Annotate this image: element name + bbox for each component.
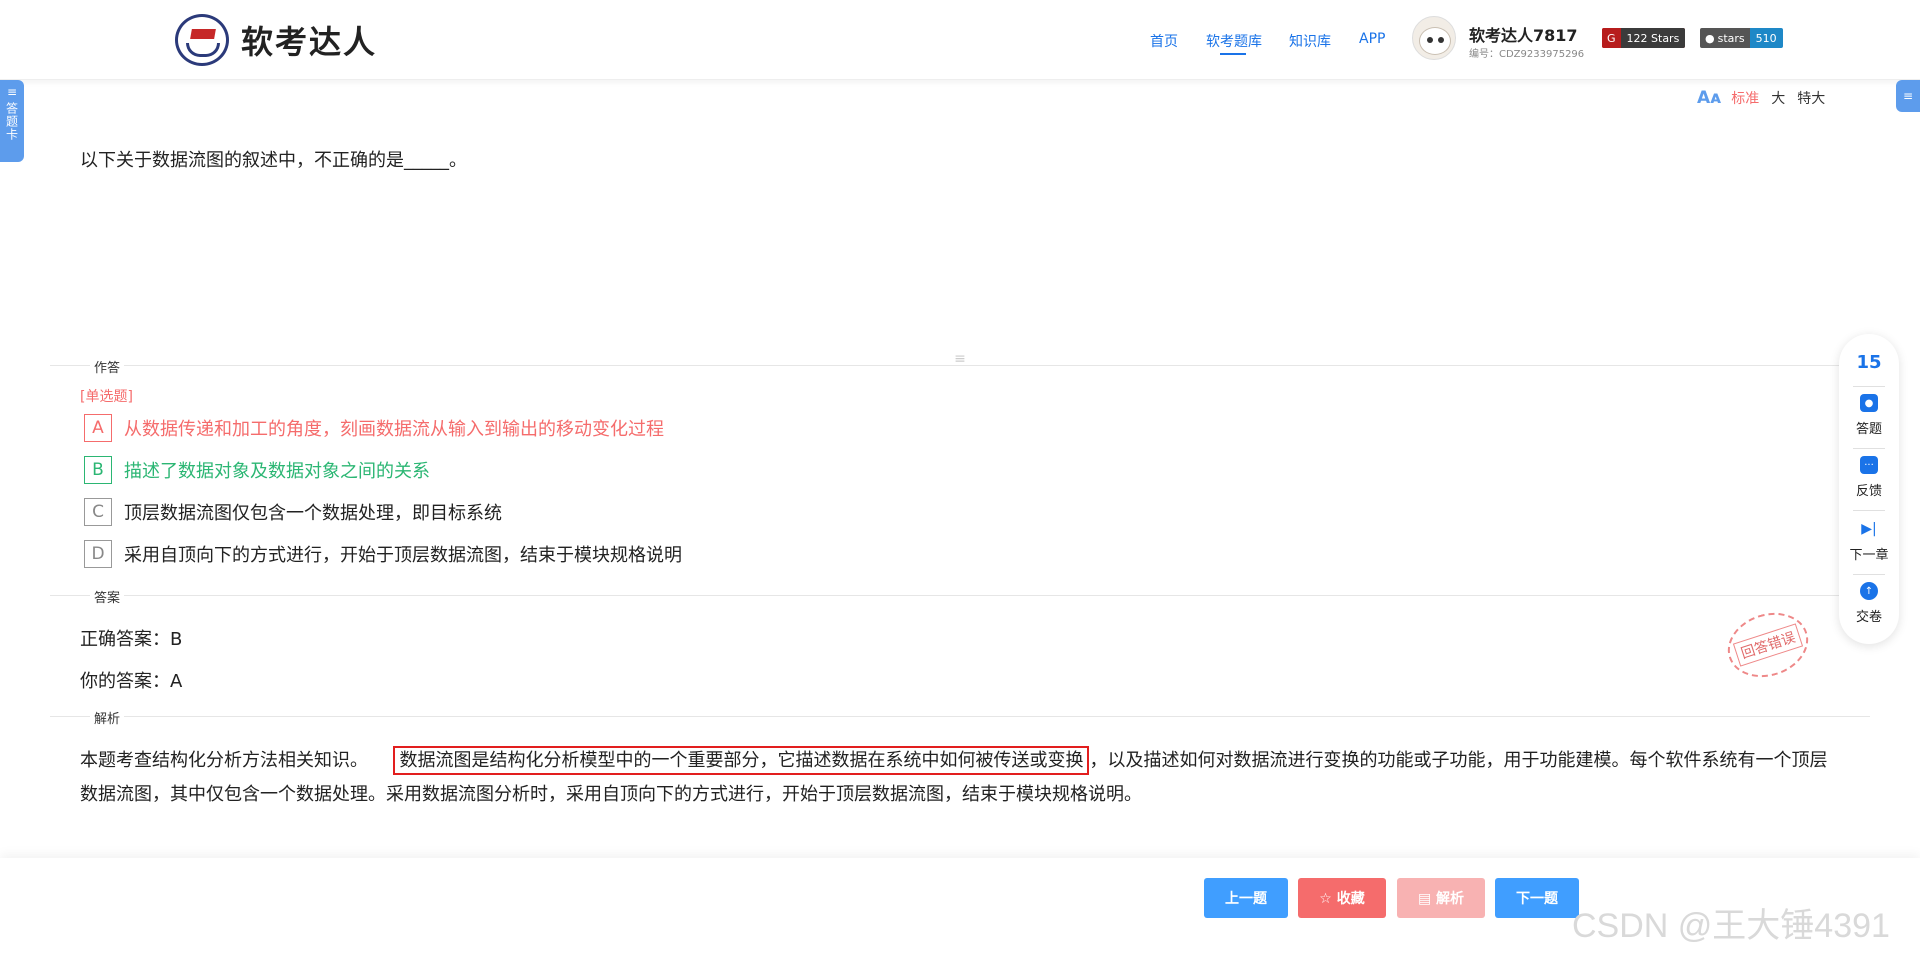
divider [1853, 574, 1885, 575]
drag-handle-icon[interactable]: ≡ [948, 352, 972, 366]
analysis-text: 本题考查结构化分析方法相关知识。 数据流图是结构化分析模型中的一个重要部分，它描… [80, 744, 1840, 812]
github-icon: ● stars [1700, 28, 1750, 48]
stamp-text: 回答错误 [1732, 623, 1804, 667]
option-letter: B [84, 456, 112, 484]
user-id: 编号：CDZ9233975296 [1469, 49, 1585, 60]
gitee-stars-badge[interactable]: G 122 Stars [1602, 28, 1686, 48]
option-letter: A [84, 414, 112, 442]
menu-icon: ≡ [1902, 89, 1914, 103]
section-answer-label: 作答 [90, 357, 125, 376]
skip-next-icon: ▶| [1861, 521, 1877, 537]
prev-question-button[interactable]: 上一题 [1204, 878, 1288, 918]
option-letter: D [84, 540, 112, 568]
nav-question-bank[interactable]: 软考题库 [1206, 31, 1262, 51]
next-chapter-button[interactable]: ▶| 下一章 [1839, 520, 1899, 563]
github-stars-badge[interactable]: ● stars 510 [1700, 28, 1783, 48]
option-text: 采用自顶向下的方式进行，开始于顶层数据流图，结束于模块规格说明 [124, 545, 682, 566]
question-type: [单选题] [80, 389, 133, 405]
question-text: 以下关于数据流图的叙述中，不正确的是_____。 [80, 150, 467, 171]
option-text: 顶层数据流图仅包含一个数据处理，即目标系统 [124, 503, 502, 524]
divider [50, 716, 1870, 717]
favorite-button[interactable]: ☆ 收藏 [1298, 878, 1386, 918]
user-name[interactable]: 软考达人7817 [1469, 22, 1578, 46]
submit-label: 交卷 [1855, 610, 1882, 625]
right-menu-tab[interactable]: ≡ [1896, 80, 1920, 112]
answer-card-label: 答题卡 [4, 102, 19, 141]
option-text: 从数据传递和加工的角度，刻画数据流从输入到输出的移动变化过程 [124, 419, 664, 440]
font-xlarge-option[interactable]: 特大 [1797, 88, 1825, 108]
font-size-icon: Aᴀ [1697, 88, 1722, 108]
github-stars-count: 510 [1749, 28, 1783, 48]
site-logo[interactable]: 软考达人 [175, 14, 377, 66]
floating-tool-panel: 15 ● 答题 ··· 反馈 ▶| 下一章 ↑ 交卷 [1839, 334, 1899, 644]
your-answer: 你的答案：A [80, 671, 183, 692]
answer-button[interactable]: ● 答题 [1839, 394, 1899, 437]
feedback-button[interactable]: ··· 反馈 [1839, 456, 1899, 499]
user-avatar[interactable] [1412, 16, 1456, 60]
gitee-stars-label: 122 Stars [1620, 28, 1686, 48]
submit-button[interactable]: ↑ 交卷 [1839, 582, 1899, 625]
nav-knowledge-base[interactable]: 知识库 [1289, 31, 1331, 51]
feedback-icon: ··· [1860, 456, 1878, 474]
answer-label: 答题 [1855, 422, 1882, 437]
font-standard-option[interactable]: 标准 [1731, 88, 1759, 108]
font-large-option[interactable]: 大 [1771, 88, 1785, 108]
logo-icon [175, 14, 229, 66]
divider [1853, 448, 1885, 449]
upload-icon: ↑ [1860, 582, 1878, 600]
answer-card-tab[interactable]: ≡ 答题卡 [0, 80, 24, 162]
section-key-label: 答案 [90, 587, 125, 606]
wrong-answer-stamp: 回答错误 [1719, 602, 1817, 688]
next-chapter-label: 下一章 [1849, 548, 1889, 563]
answer-icon: ● [1860, 394, 1878, 412]
nav-app[interactable]: APP [1359, 31, 1385, 47]
option-c[interactable]: C 顶层数据流图仅包含一个数据处理，即目标系统 [84, 498, 502, 526]
analysis-button[interactable]: ▤ 解析 [1397, 878, 1485, 918]
option-letter: C [84, 498, 112, 526]
section-analysis-label: 解析 [90, 708, 125, 727]
feedback-label: 反馈 [1855, 484, 1882, 499]
watermark: CSDN @王大锤4391 [1572, 907, 1890, 945]
analysis-prefix: 本题考查结构化分析方法相关知识。 [80, 750, 368, 771]
nav-active-indicator [1220, 53, 1246, 55]
logo-text: 软考达人 [241, 23, 378, 61]
divider [1853, 510, 1885, 511]
nav-home[interactable]: 首页 [1150, 31, 1178, 51]
next-question-button[interactable]: 下一题 [1495, 878, 1579, 918]
gitee-icon: G [1602, 28, 1621, 48]
option-d[interactable]: D 采用自顶向下的方式进行，开始于顶层数据流图，结束于模块规格说明 [84, 540, 682, 568]
analysis-highlight: 数据流图是结构化分析模型中的一个重要部分，它描述数据在系统中如何被传送或变换 [393, 746, 1090, 775]
option-a[interactable]: A 从数据传递和加工的角度，刻画数据流从输入到输出的移动变化过程 [84, 414, 664, 442]
option-text: 描述了数据对象及数据对象之间的关系 [124, 461, 430, 482]
github-stars-label: stars [1717, 31, 1745, 45]
menu-icon: ≡ [6, 85, 18, 99]
font-size-switch: Aᴀ 标准 大 特大 [1697, 88, 1837, 108]
correct-answer: 正确答案：B [80, 629, 183, 650]
option-b[interactable]: B 描述了数据对象及数据对象之间的关系 [84, 456, 430, 484]
divider [50, 595, 1870, 596]
question-count: 15 [1856, 352, 1882, 373]
divider [1853, 386, 1885, 387]
top-header: 软考达人 首页 软考题库 知识库 APP 软考达人7817 编号：CDZ9233… [0, 0, 1920, 80]
